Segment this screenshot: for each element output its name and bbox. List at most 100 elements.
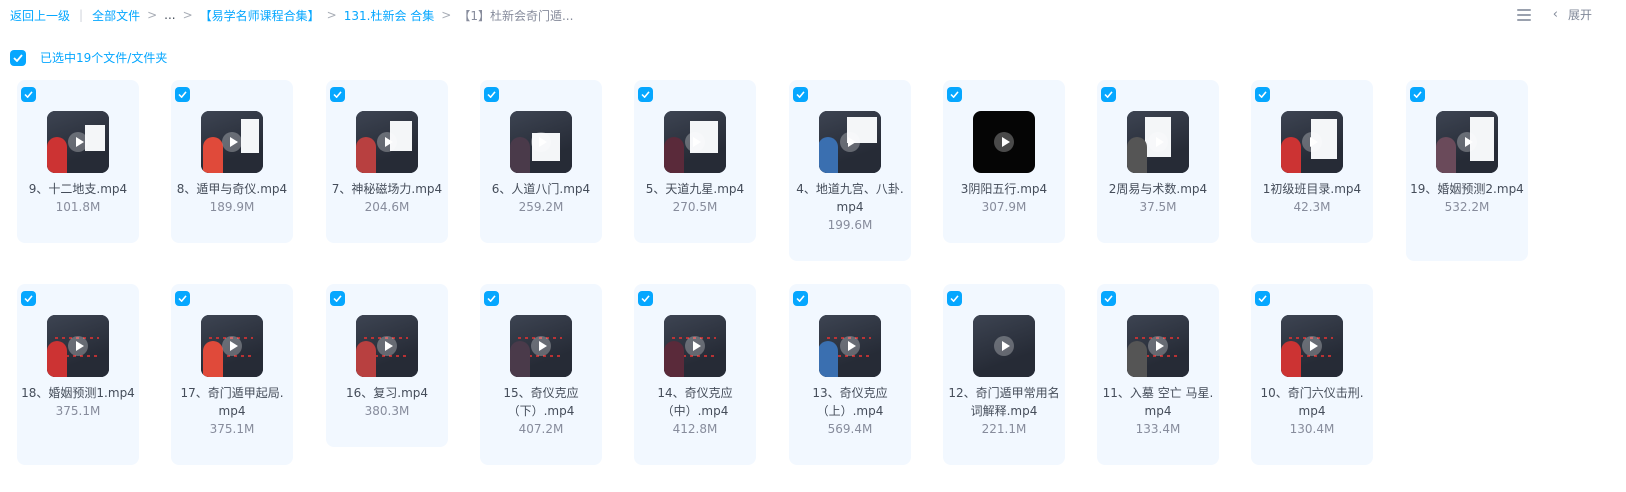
file-name[interactable]: 9、十二地支.mp4 (29, 182, 127, 196)
file-card[interactable]: 11、入墓 空亡 马星.mp4 133.4M (1097, 284, 1219, 465)
selection-bar: 已选中19个文件/文件夹 (10, 49, 167, 66)
file-card[interactable]: 3阴阳五行.mp4 307.9M (943, 80, 1065, 243)
file-name[interactable]: 8、遁甲与奇仪.mp4 (177, 182, 287, 196)
play-icon (1302, 132, 1322, 152)
file-checkbox[interactable] (638, 291, 653, 306)
file-name[interactable]: 14、奇仪克应（中）.mp4 (657, 386, 732, 418)
chevron-left-icon[interactable]: ‹ (1553, 7, 1558, 22)
file-name[interactable]: 17、奇门遁甲起局.mp4 (180, 386, 283, 418)
file-size: 532.2M (1444, 200, 1490, 214)
file-name[interactable]: 6、人道八门.mp4 (492, 182, 590, 196)
file-name[interactable]: 18、婚姻预测1.mp4 (21, 386, 135, 400)
play-icon (1148, 336, 1168, 356)
file-size: 133.4M (1135, 422, 1181, 436)
file-checkbox[interactable] (1101, 87, 1116, 102)
file-name[interactable]: 16、复习.mp4 (346, 386, 428, 400)
file-checkbox[interactable] (175, 291, 190, 306)
file-checkbox[interactable] (21, 291, 36, 306)
video-thumbnail[interactable] (510, 111, 572, 173)
list-view-icon[interactable] (1516, 8, 1531, 21)
file-card[interactable]: 10、奇门六仪击刑.mp4 130.4M (1251, 284, 1373, 465)
file-name[interactable]: 1初级班目录.mp4 (1263, 182, 1361, 196)
breadcrumb-all-files[interactable]: 全部文件 (92, 7, 140, 24)
file-name[interactable]: 7、神秘磁场力.mp4 (332, 182, 442, 196)
file-size: 569.4M (827, 422, 873, 436)
check-icon (333, 91, 342, 98)
video-thumbnail[interactable] (1127, 111, 1189, 173)
file-checkbox[interactable] (484, 291, 499, 306)
file-checkbox[interactable] (21, 87, 36, 102)
file-card[interactable]: 14、奇仪克应（中）.mp4 412.8M (634, 284, 756, 465)
file-checkbox[interactable] (947, 291, 962, 306)
file-card[interactable]: 8、遁甲与奇仪.mp4 189.9M (171, 80, 293, 243)
file-checkbox[interactable] (793, 87, 808, 102)
play-icon (377, 132, 397, 152)
video-thumbnail[interactable] (47, 315, 109, 377)
black-video-thumbnail[interactable] (973, 111, 1035, 173)
video-thumbnail[interactable] (201, 111, 263, 173)
file-name[interactable]: 10、奇门六仪击刑.mp4 (1260, 386, 1363, 418)
select-all-checkbox[interactable] (10, 49, 26, 66)
breadcrumb-folder-collection[interactable]: 【易学名师课程合集】 (200, 7, 320, 24)
video-thumbnail[interactable] (1436, 111, 1498, 173)
file-card[interactable]: 5、天道九星.mp4 270.5M (634, 80, 756, 243)
video-thumbnail[interactable] (356, 315, 418, 377)
file-checkbox[interactable] (638, 87, 653, 102)
play-icon (994, 132, 1014, 152)
file-name[interactable]: 15、奇仪克应（下）.mp4 (503, 386, 578, 418)
video-thumbnail[interactable] (1281, 111, 1343, 173)
expand-button[interactable]: 展开 (1568, 6, 1592, 23)
play-icon (685, 336, 705, 356)
file-card[interactable]: 2周易与术数.mp4 37.5M (1097, 80, 1219, 243)
file-checkbox[interactable] (175, 87, 190, 102)
video-thumbnail[interactable] (356, 111, 418, 173)
play-icon (1148, 132, 1168, 152)
file-name[interactable]: 11、入墓 空亡 马星.mp4 (1103, 386, 1214, 418)
file-card[interactable]: 1初级班目录.mp4 42.3M (1251, 80, 1373, 243)
file-name[interactable]: 2周易与术数.mp4 (1109, 182, 1207, 196)
file-card[interactable]: 6、人道八门.mp4 259.2M (480, 80, 602, 243)
file-checkbox[interactable] (947, 87, 962, 102)
file-card[interactable]: 12、奇门遁甲常用名词解释.mp4 221.1M (943, 284, 1065, 465)
check-icon (796, 295, 805, 302)
file-name[interactable]: 13、奇仪克应（上）.mp4 (812, 386, 887, 418)
video-thumbnail[interactable] (1281, 315, 1343, 377)
check-icon (641, 91, 650, 98)
file-checkbox[interactable] (1255, 291, 1270, 306)
file-card[interactable]: 18、婚姻预测1.mp4 375.1M (17, 284, 139, 465)
video-thumbnail[interactable] (664, 111, 726, 173)
file-card[interactable]: 16、复习.mp4 380.3M (326, 284, 448, 447)
video-thumbnail[interactable] (510, 315, 572, 377)
breadcrumb-folder-du[interactable]: 131.杜新会 合集 (344, 7, 435, 24)
file-checkbox[interactable] (330, 291, 345, 306)
file-card[interactable]: 7、神秘磁场力.mp4 204.6M (326, 80, 448, 243)
file-card[interactable]: 9、十二地支.mp4 101.8M (17, 80, 139, 243)
file-card[interactable]: 13、奇仪克应（上）.mp4 569.4M (789, 284, 911, 465)
breadcrumb-ellipsis[interactable]: ... (164, 8, 175, 22)
file-checkbox[interactable] (484, 87, 499, 102)
video-thumbnail[interactable] (664, 315, 726, 377)
video-thumbnail[interactable] (1127, 315, 1189, 377)
file-name[interactable]: 19、婚姻预测2.mp4 (1410, 182, 1524, 196)
file-checkbox[interactable] (1101, 291, 1116, 306)
video-thumbnail[interactable] (47, 111, 109, 173)
file-card[interactable]: 15、奇仪克应（下）.mp4 407.2M (480, 284, 602, 465)
file-checkbox[interactable] (1255, 87, 1270, 102)
video-thumbnail[interactable] (819, 111, 881, 173)
file-checkbox[interactable] (793, 291, 808, 306)
file-name[interactable]: 4、地道九宫、八卦.mp4 (796, 182, 903, 214)
file-name[interactable]: 12、奇门遁甲常用名词解释.mp4 (948, 386, 1059, 418)
file-card[interactable]: 17、奇门遁甲起局.mp4 375.1M (171, 284, 293, 465)
video-thumbnail[interactable] (973, 315, 1035, 377)
file-card[interactable]: 4、地道九宫、八卦.mp4 199.6M (789, 80, 911, 261)
video-thumbnail[interactable] (819, 315, 881, 377)
check-icon (796, 91, 805, 98)
file-checkbox[interactable] (1410, 87, 1425, 102)
file-name[interactable]: 5、天道九星.mp4 (646, 182, 744, 196)
file-name[interactable]: 3阴阳五行.mp4 (961, 182, 1047, 196)
chevron-right-icon: > (182, 8, 193, 22)
file-checkbox[interactable] (330, 87, 345, 102)
file-card[interactable]: 19、婚姻预测2.mp4 532.2M (1406, 80, 1528, 261)
video-thumbnail[interactable] (201, 315, 263, 377)
back-link[interactable]: 返回上一级 (10, 7, 70, 24)
